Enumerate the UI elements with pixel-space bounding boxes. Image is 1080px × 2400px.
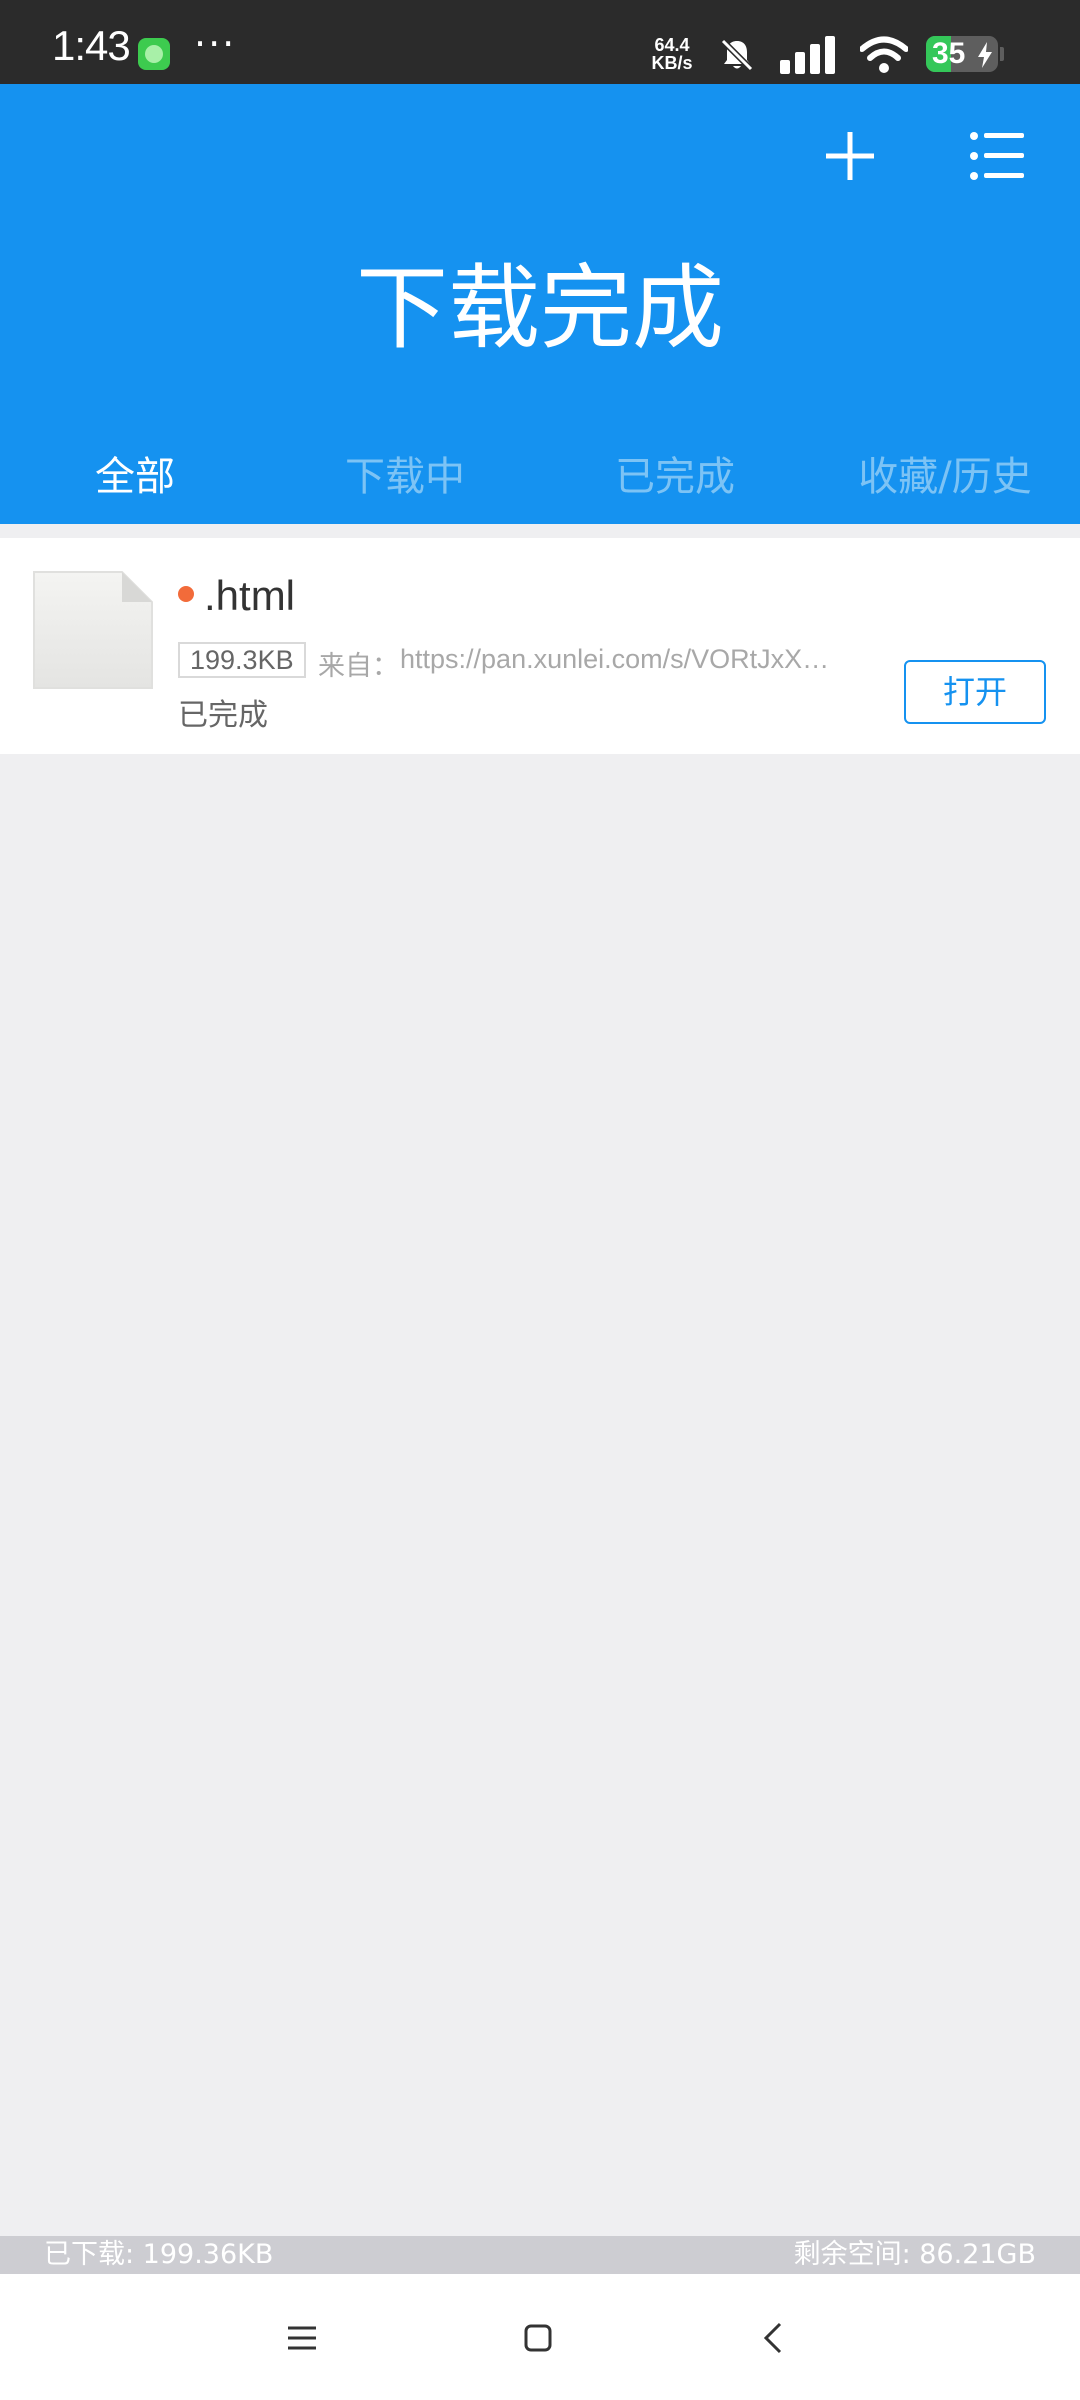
home-button[interactable] [516,2316,560,2360]
mute-bell-icon [720,38,754,72]
recents-button[interactable] [280,2316,324,2360]
storage-bar: 已下载: 199.36KB 剩余空间: 86.21GB [0,2236,1080,2274]
menu-button[interactable] [966,124,1030,188]
more-notifications-indicator: ··· [194,22,237,66]
app-header: 下载完成 全部 下载中 已完成 收藏/历史 [0,84,1080,524]
source-url: https://pan.xunlei.com/s/VORtJxX… [400,644,830,674]
remaining-space: 剩余空间: 86.21GB [793,2239,1036,2270]
tab-completed[interactable]: 已完成 [540,444,810,502]
downloaded-size: 已下载: 199.36KB [44,2239,274,2270]
system-nav-bar [0,2274,1080,2400]
tab-bar: 全部 下载中 已完成 收藏/历史 [0,444,1080,524]
status-time: 1:43 [52,22,131,69]
page-title: 下载完成 [355,255,724,362]
open-button[interactable]: 打开 [904,660,1046,724]
new-item-dot [178,586,194,602]
tab-favorites-history[interactable]: 收藏/历史 [810,444,1080,502]
network-speed: 64.4 KB/s [646,36,698,72]
plus-icon [826,132,874,180]
tab-downloading[interactable]: 下载中 [270,444,540,502]
list-menu-icon [970,132,1024,180]
back-button[interactable] [752,2316,796,2360]
battery-level: 35 [932,37,966,70]
wifi-icon [860,36,908,73]
tab-all[interactable]: 全部 [0,444,270,502]
network-speed-unit: KB/s [651,53,693,73]
battery-tip [1000,47,1004,61]
add-download-button[interactable] [818,124,882,188]
chat-notification-icon [138,38,170,70]
download-status: 已完成 [178,698,268,733]
back-chevron-icon [763,2322,782,2354]
charging-bolt-icon [978,42,992,68]
battery-indicator: 35 [926,36,998,72]
menu-lines-icon [288,2326,316,2350]
file-name: .html [204,572,296,619]
signal-icon [780,36,835,74]
file-size-badge: 199.3KB [178,642,306,678]
network-speed-value: 64.4 [654,35,690,55]
home-square-icon [524,2324,552,2352]
source-label: 来自： [318,651,399,682]
file-icon [33,571,153,689]
download-list: .html 199.3KB 来自： https://pan.xunlei.com… [0,538,1080,754]
status-bar: 1:43 ··· 64.4 KB/s 35 [0,0,1080,84]
list-item[interactable]: .html 199.3KB 来自： https://pan.xunlei.com… [0,538,1080,754]
